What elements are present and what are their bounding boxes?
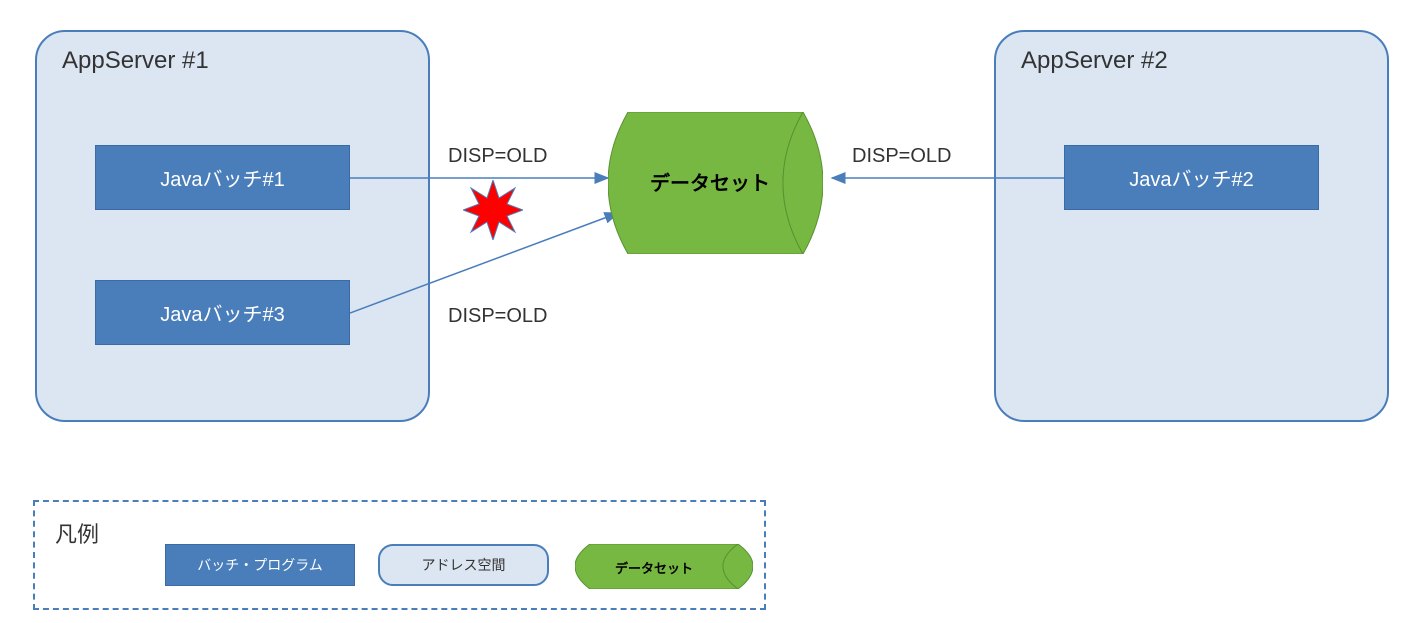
appserver-2-title: AppServer #2 xyxy=(1021,47,1168,75)
legend-batch-program: バッチ・プログラム xyxy=(165,544,355,586)
legend-dataset: データセット xyxy=(575,544,753,594)
batch-3-label: Javaバッチ#3 xyxy=(160,298,285,327)
legend-ds-label: データセット xyxy=(615,558,693,577)
appserver-1-container: AppServer #1 xyxy=(35,30,430,422)
collision-star-icon xyxy=(463,180,523,240)
batch-2-label: Javaバッチ#2 xyxy=(1129,163,1254,192)
disp-label-3: DISP=OLD xyxy=(448,305,547,328)
dataset-cylinder: データセット xyxy=(608,112,823,254)
legend-box: 凡例 バッチ・プログラム アドレス空間 データセット xyxy=(33,500,766,610)
disp-label-2: DISP=OLD xyxy=(852,145,951,168)
disp-label-1: DISP=OLD xyxy=(448,145,547,168)
appserver-1-title: AppServer #1 xyxy=(62,47,209,75)
appserver-2-container: AppServer #2 xyxy=(994,30,1389,422)
batch-1-box: Javaバッチ#1 xyxy=(95,145,350,210)
legend-batch-label: バッチ・プログラム xyxy=(197,555,323,575)
dataset-label: データセット xyxy=(650,167,770,196)
legend-title: 凡例 xyxy=(55,517,99,549)
legend-addr-label: アドレス空間 xyxy=(422,555,506,575)
legend-address-space: アドレス空間 xyxy=(378,544,549,586)
batch-3-box: Javaバッチ#3 xyxy=(95,280,350,345)
batch-2-box: Javaバッチ#2 xyxy=(1064,145,1319,210)
batch-1-label: Javaバッチ#1 xyxy=(160,163,285,192)
